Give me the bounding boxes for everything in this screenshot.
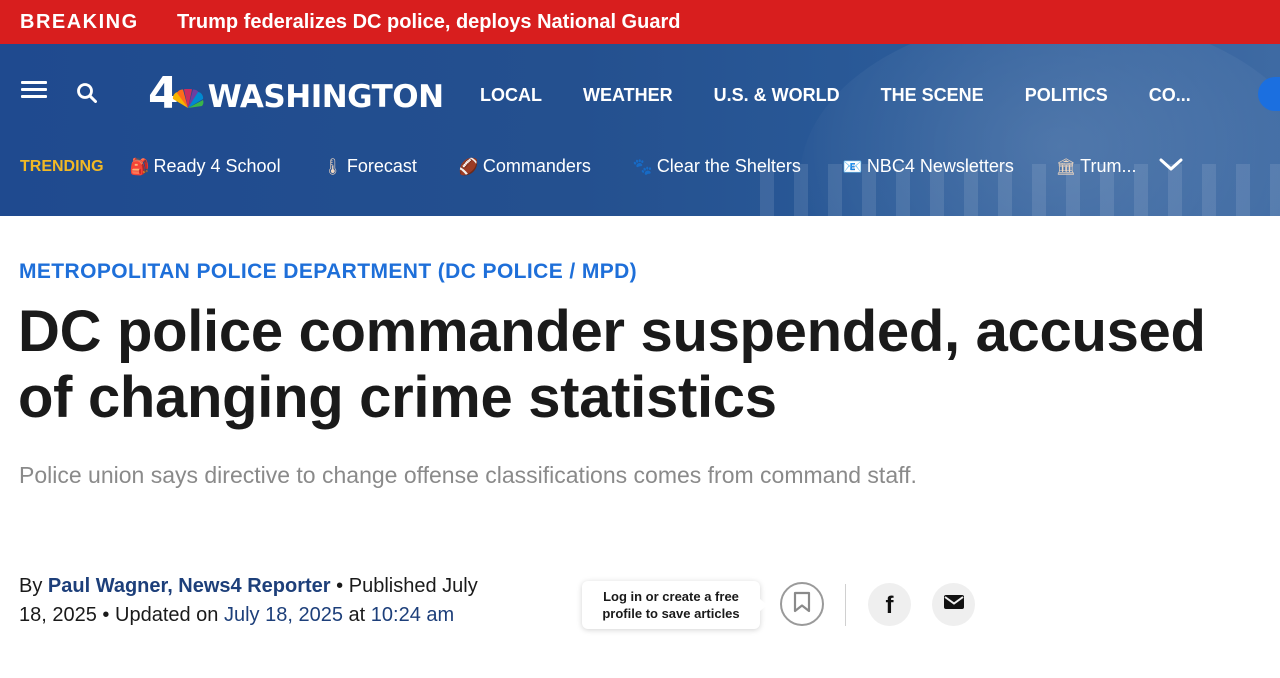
nbc4-washington-logo[interactable]: 4 WASHINGTON — [148, 72, 444, 116]
trending-item-commanders[interactable]: 🏈 Commanders — [459, 156, 591, 177]
trending-label: TRENDING — [20, 157, 104, 175]
logo-wordmark: WASHINGTON — [207, 79, 444, 115]
nav-more-truncated[interactable]: CO... — [1149, 85, 1191, 106]
site-header: 4 WASHINGTON LOCAL WEATHER U.S. & WORLD … — [0, 44, 1280, 216]
save-article-button[interactable] — [780, 582, 824, 626]
trending-item-clear-the-shelters[interactable]: 🐾 Clear the Shelters — [633, 156, 801, 177]
trending-item-ready-4-school[interactable]: 🎒 Ready 4 School — [130, 156, 281, 177]
breaking-headline[interactable]: Trump federalizes DC police, deploys Nat… — [177, 11, 680, 34]
author-link[interactable]: Paul Wagner, News4 Reporter — [48, 575, 331, 597]
main-navigation: LOCAL WEATHER U.S. & WORLD THE SCENE POL… — [480, 85, 1232, 106]
share-divider — [845, 584, 846, 626]
trending-bar: TRENDING 🎒 Ready 4 School 🌡 Forecast 🏈 C… — [20, 156, 1183, 177]
save-article-tooltip: Log in or create a free profile to save … — [582, 581, 767, 629]
article-title: DC police commander suspended, accused o… — [18, 299, 1206, 430]
article-summary: Police union says directive to change of… — [19, 462, 917, 488]
paw-prints-icon: 🐾 — [632, 157, 653, 176]
article-byline: By Paul Wagner, News4 Reporter • Publish… — [19, 575, 478, 626]
article-category[interactable]: METROPOLITAN POLICE DEPARTMENT (DC POLIC… — [19, 260, 637, 284]
nav-us-world[interactable]: U.S. & WORLD — [714, 85, 840, 106]
nbc-peacock-icon — [171, 87, 205, 114]
updated-date: July 18, 2025 — [223, 604, 343, 626]
hamburger-menu-icon[interactable] — [21, 81, 47, 99]
email-icon — [943, 594, 965, 615]
chevron-down-icon[interactable] — [1159, 156, 1183, 177]
share-email-button[interactable] — [932, 583, 975, 626]
breaking-tag: BREAKING — [20, 10, 139, 33]
search-icon[interactable] — [77, 83, 97, 103]
updated-time: 10:24 am — [370, 604, 455, 626]
trending-item-nbc4-newsletters[interactable]: 📧 NBC4 Newsletters — [843, 156, 1014, 177]
classical-building-icon: 🏛 — [1055, 157, 1077, 176]
trending-item-trump[interactable]: 🏛 Trum... — [1056, 156, 1137, 177]
facebook-icon: f — [885, 591, 894, 619]
football-icon: 🏈 — [458, 157, 479, 176]
trending-item-forecast[interactable]: 🌡 Forecast — [323, 156, 417, 177]
thermometer-icon: 🌡 — [322, 157, 343, 176]
nav-local[interactable]: LOCAL — [480, 85, 542, 106]
nav-politics[interactable]: POLITICS — [1025, 85, 1108, 106]
envelope-icon: 📧 — [842, 157, 863, 176]
share-facebook-button[interactable]: f — [868, 583, 911, 626]
backpack-icon: 🎒 — [129, 157, 150, 176]
nav-weather[interactable]: WEATHER — [583, 85, 673, 106]
breaking-news-bar[interactable]: BREAKING Trump federalizes DC police, de… — [0, 0, 1280, 44]
bookmark-icon — [793, 591, 811, 618]
nav-the-scene[interactable]: THE SCENE — [881, 85, 984, 106]
